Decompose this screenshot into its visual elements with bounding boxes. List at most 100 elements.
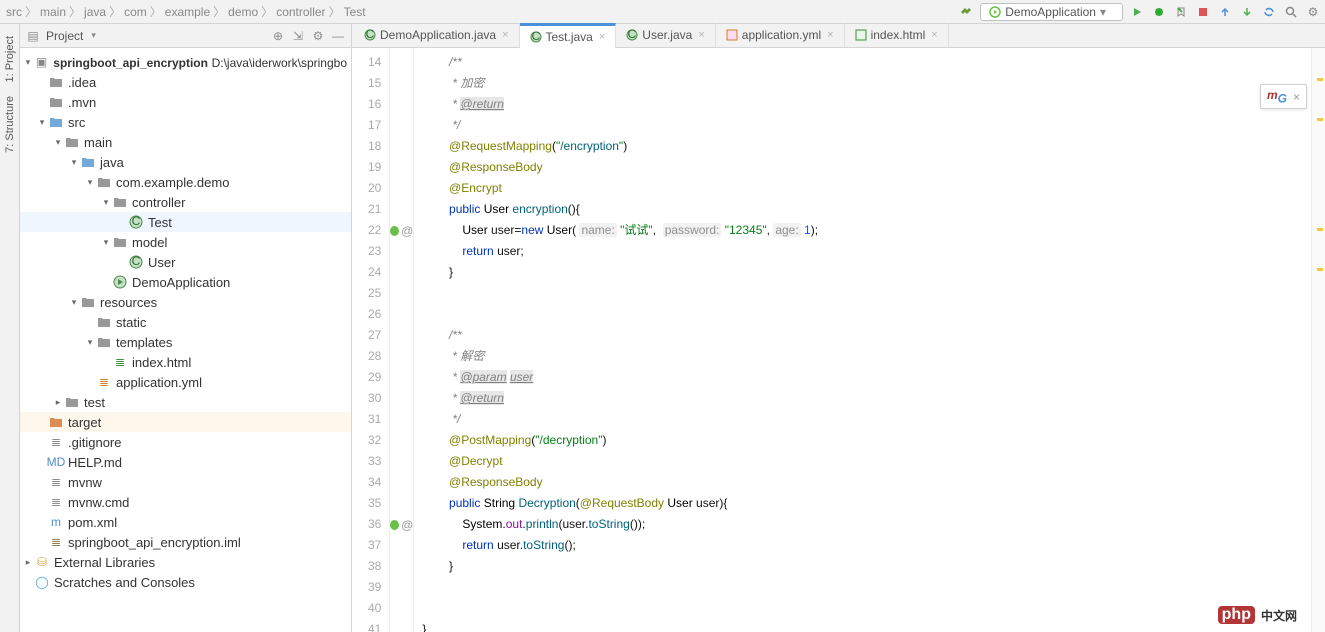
tree-root[interactable]: ▾ ▣ springboot_api_encryption D:\java\id… (20, 52, 351, 72)
folder-icon (112, 194, 128, 210)
breadcrumb-segment[interactable]: com (124, 5, 147, 19)
hide-icon[interactable]: — (331, 29, 345, 43)
toolbar-right: DemoApplication ▾ ⚙ (958, 3, 1321, 21)
tree-node-label: .gitignore (68, 435, 121, 450)
tree-node[interactable]: target (20, 412, 351, 432)
run-config-selector[interactable]: DemoApplication ▾ (980, 3, 1123, 21)
chevron-icon[interactable]: ▸ (52, 397, 64, 408)
breadcrumb-segment[interactable]: example (165, 5, 210, 19)
tree-node[interactable]: ▾main (20, 132, 351, 152)
sidebar-tab-structure[interactable]: 7: Structure (4, 92, 16, 157)
tree-node-label: model (132, 235, 167, 250)
expand-icon[interactable]: ⇲ (291, 29, 305, 43)
tree-node[interactable]: ▾java (20, 152, 351, 172)
gutter-run-icon[interactable] (390, 520, 399, 530)
breadcrumb-segment[interactable]: controller (276, 5, 325, 19)
tree-node[interactable]: .idea (20, 72, 351, 92)
breadcrumb-segment[interactable]: demo (228, 5, 258, 19)
close-icon[interactable]: × (827, 29, 833, 41)
code-content[interactable]: /** * 加密 * @return */ @RequestMapping("/… (414, 48, 1311, 632)
tree-node[interactable]: ▾com.example.demo (20, 172, 351, 192)
breadcrumb-segment[interactable]: main (40, 5, 66, 19)
breadcrumb-segment[interactable]: src (6, 5, 22, 19)
tree-node[interactable]: ◯Scratches and Consoles (20, 572, 351, 592)
tree-node-label: index.html (132, 355, 191, 370)
chevron-down-icon[interactable]: ▾ (91, 30, 96, 41)
project-tree[interactable]: ▾ ▣ springboot_api_encryption D:\java\id… (20, 48, 351, 632)
tree-node-label: pom.xml (68, 515, 117, 530)
sync-icon[interactable] (1261, 4, 1277, 20)
tree-node-label: mvnw.cmd (68, 495, 129, 510)
editor-tab[interactable]: application.yml × (716, 23, 845, 47)
breadcrumb-segment[interactable]: Test (344, 5, 366, 19)
tree-node[interactable]: ▾resources (20, 292, 351, 312)
tree-node[interactable]: .mvn (20, 92, 351, 112)
folder-icon (64, 394, 80, 410)
chevron-icon[interactable]: ▾ (100, 197, 112, 208)
chevron-icon[interactable]: ▾ (52, 137, 64, 148)
coverage-icon[interactable] (1173, 4, 1189, 20)
tree-node[interactable]: ≣mvnw (20, 472, 351, 492)
close-icon[interactable]: × (698, 29, 704, 41)
git-update-icon[interactable] (1217, 4, 1233, 20)
tree-node[interactable]: ▾templates (20, 332, 351, 352)
folder-target-icon (48, 414, 64, 430)
ide-gear-icon[interactable]: ⚙ (1305, 4, 1321, 20)
editor-scrollbar[interactable] (1311, 48, 1325, 632)
tree-node[interactable]: ≣mvnw.cmd (20, 492, 351, 512)
chevron-icon[interactable]: ▾ (100, 237, 112, 248)
editor-area: CDemoApplication.java×CTest.java×CUser.j… (352, 24, 1325, 632)
tree-node[interactable]: mpom.xml (20, 512, 351, 532)
editor-tab[interactable]: CTest.java× (520, 23, 617, 47)
chevron-icon[interactable]: ▾ (36, 117, 48, 128)
target-icon[interactable]: ⊕ (271, 29, 285, 43)
chevron-icon[interactable]: ▾ (68, 297, 80, 308)
gutter-run-icon[interactable] (390, 226, 399, 236)
editor-tab[interactable]: index.html× (845, 23, 949, 47)
editor-tab[interactable]: CUser.java× (616, 23, 715, 47)
tree-node[interactable]: static (20, 312, 351, 332)
tree-node[interactable]: ▾ model (20, 232, 351, 252)
editor-body[interactable]: 1415161718192021222324252627282930313233… (352, 48, 1325, 632)
search-icon[interactable] (1283, 4, 1299, 20)
gear-icon[interactable]: ⚙ (311, 29, 325, 43)
tree-node[interactable]: DemoApplication (20, 272, 351, 292)
debug-icon[interactable] (1151, 4, 1167, 20)
folder-icon (112, 234, 128, 250)
tree-node[interactable]: MDHELP.md (20, 452, 351, 472)
chevron-icon[interactable]: ▸ (22, 557, 34, 568)
play-icon[interactable] (1129, 4, 1145, 20)
tree-node[interactable]: CTest (20, 212, 351, 232)
watermark-text: 中文网 (1261, 607, 1297, 624)
tree-node[interactable]: ▸test (20, 392, 351, 412)
close-icon[interactable]: × (502, 29, 508, 41)
watermark-logo: php (1218, 606, 1255, 624)
chevron-icon[interactable]: ▾ (84, 177, 96, 188)
stop-icon[interactable] (1195, 4, 1211, 20)
tree-node[interactable]: ▾controller (20, 192, 351, 212)
tree-node[interactable]: CUser (20, 252, 351, 272)
tree-node[interactable]: ≣application.yml (20, 372, 351, 392)
floating-hint-box[interactable]: mG × (1260, 84, 1307, 109)
class-icon: C (626, 29, 638, 41)
tree-node[interactable]: ▸⛁External Libraries (20, 552, 351, 572)
editor-tab[interactable]: CDemoApplication.java× (354, 23, 520, 47)
close-icon[interactable]: × (1293, 90, 1300, 104)
tree-node[interactable]: ≣springboot_api_encryption.iml (20, 532, 351, 552)
project-panel-header: ▤ Project ▾ ⊕ ⇲ ⚙ — (20, 24, 351, 48)
hammer-icon[interactable] (958, 4, 974, 20)
chevron-icon[interactable]: ▾ (84, 337, 96, 348)
left-toolwindow-bar: 1: Project 7: Structure (0, 24, 20, 632)
sidebar-tab-project[interactable]: 1: Project (4, 32, 16, 86)
tree-node[interactable]: ≣index.html (20, 352, 351, 372)
tree-node-label: application.yml (116, 375, 202, 390)
tree-node[interactable]: ≣.gitignore (20, 432, 351, 452)
breadcrumb-segment[interactable]: java (84, 5, 106, 19)
watermark: php 中文网 (1218, 606, 1297, 624)
chevron-icon[interactable]: ▾ (68, 157, 80, 168)
close-icon[interactable]: × (599, 31, 605, 43)
git-commit-icon[interactable] (1239, 4, 1255, 20)
editor-tab-label: application.yml (742, 28, 821, 42)
tree-node[interactable]: ▾src (20, 112, 351, 132)
close-icon[interactable]: × (931, 29, 937, 41)
